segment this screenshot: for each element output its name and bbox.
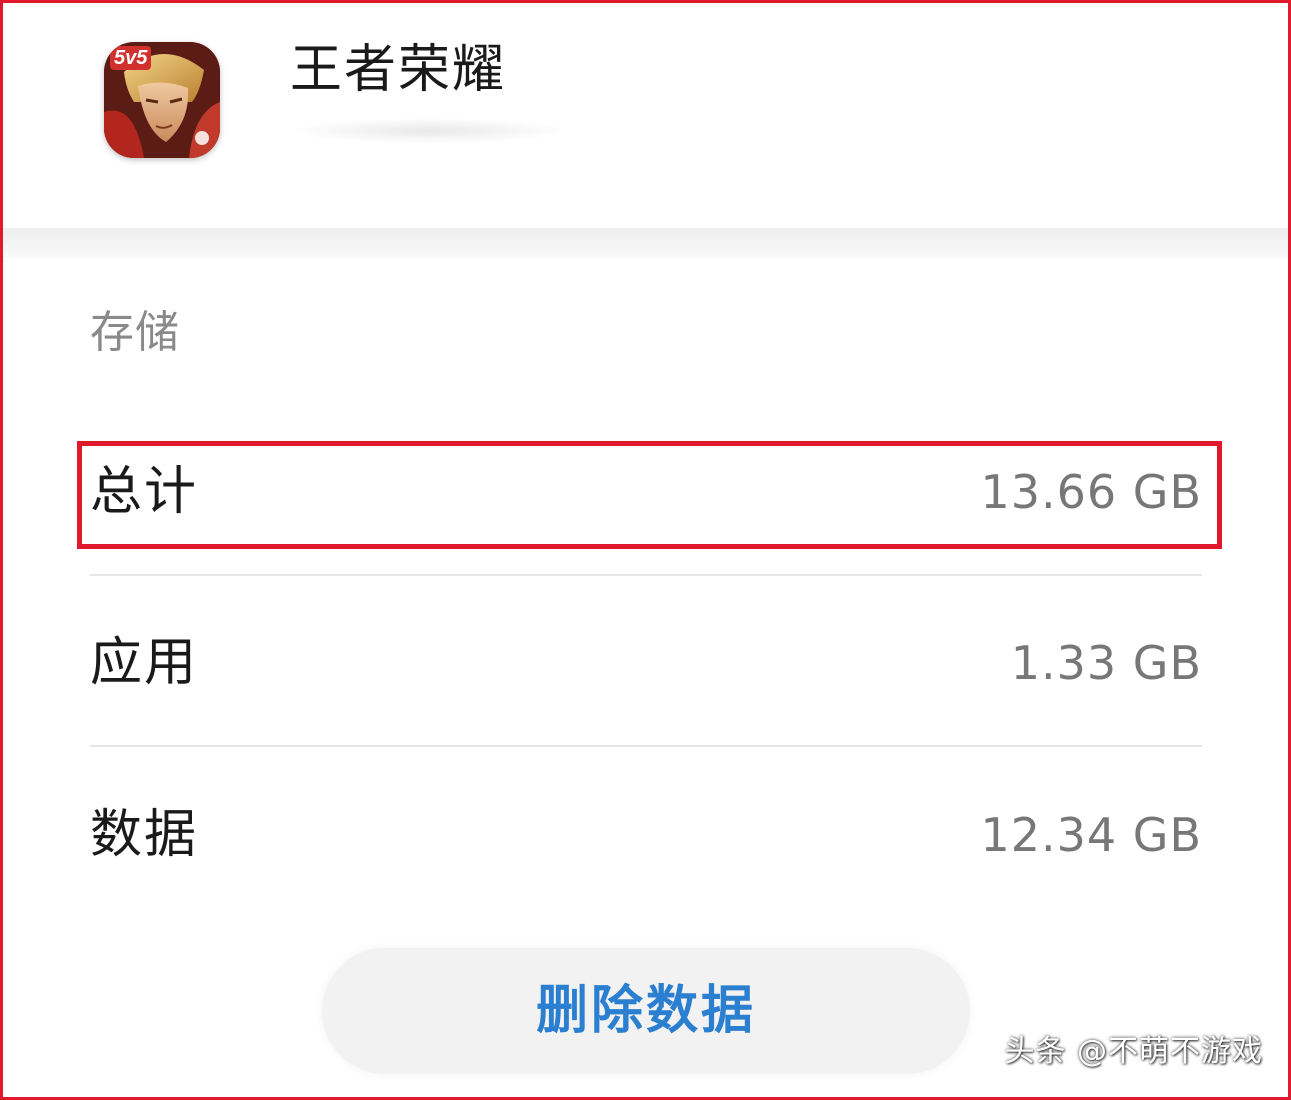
storage-row-data: 数据 12.34 GB: [90, 789, 1202, 879]
section-divider-band: [0, 228, 1291, 258]
row-divider: [90, 745, 1202, 747]
storage-row-app: 应用 1.33 GB: [90, 617, 1202, 707]
storage-row-value: 12.34 GB: [980, 808, 1202, 862]
app-icon: 5v5: [104, 42, 220, 158]
storage-row-label: 数据: [90, 805, 199, 865]
storage-row-value: 1.33 GB: [1010, 636, 1202, 690]
highlight-annotation-box: [77, 441, 1222, 549]
storage-row-label: 应用: [90, 633, 199, 693]
delete-data-button[interactable]: 删除数据: [322, 948, 970, 1074]
row-divider: [90, 574, 1202, 576]
storage-section-label: 存储: [90, 307, 180, 358]
app-icon-badge: 5v5: [110, 46, 152, 70]
app-header: 5v5 王者荣耀: [0, 0, 1291, 228]
blurred-app-subtitle: [290, 118, 570, 144]
watermark: 头条 @不萌不游戏: [1004, 1034, 1263, 1069]
app-title: 王者荣耀: [290, 40, 507, 100]
